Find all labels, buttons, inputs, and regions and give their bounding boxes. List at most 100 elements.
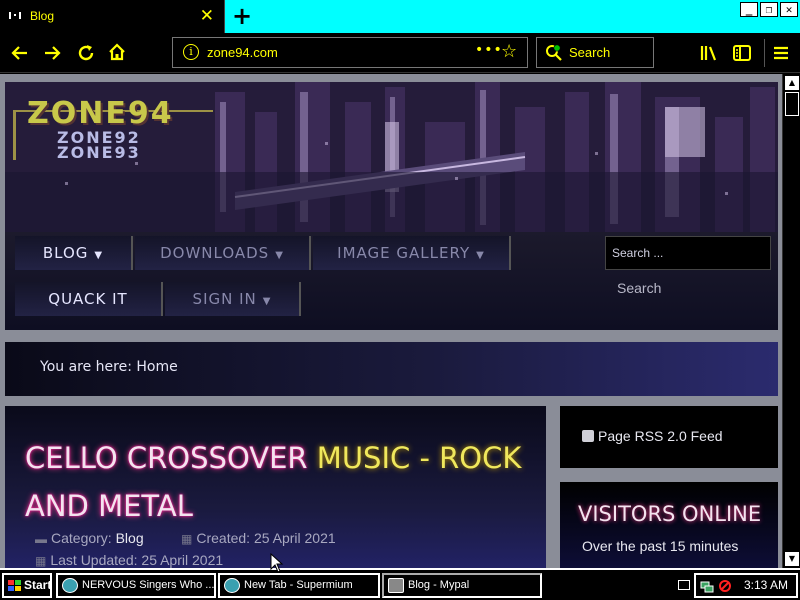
- logo-line-1: ZONE94: [27, 96, 174, 131]
- new-tab-button[interactable]: +: [232, 3, 252, 29]
- site-search-button[interactable]: Search: [617, 280, 661, 296]
- task-label: New Tab - Supermium: [244, 579, 353, 591]
- rss-feed-label: Page RSS 2.0 Feed: [598, 428, 723, 444]
- url-bar[interactable]: i zone94.com ••• ☆: [172, 37, 528, 68]
- visitors-subtitle: Over the past 15 minutes: [582, 538, 739, 554]
- chevron-down-icon: ▼: [94, 250, 104, 261]
- search-icon: [546, 44, 562, 61]
- article-created: ▦ Created: 25 April 2021: [181, 530, 336, 546]
- keyboard-icon[interactable]: [678, 580, 690, 590]
- chevron-down-icon: ▼: [262, 296, 272, 307]
- browser-search-placeholder: Search: [569, 45, 611, 60]
- breadcrumb-home-link[interactable]: Home: [136, 359, 177, 375]
- sidebar-toggle-icon[interactable]: [732, 44, 752, 62]
- nav-bar: i zone94.com ••• ☆ Search: [0, 33, 800, 73]
- breadcrumb: You are here: Home: [5, 342, 778, 396]
- tab-blog[interactable]: Blog ✕: [0, 0, 225, 33]
- taskbar: Start NERVOUS Singers Who ... New Tab - …: [0, 568, 800, 600]
- site-info-icon[interactable]: i: [183, 44, 199, 60]
- tab-strip: Blog ✕ + _ ❐ ✕: [0, 0, 800, 33]
- site-header-banner: ZONE94 ZONE92 ZONE93 BLOG ▼ DOWNLOADS ▼ IM…: [5, 82, 778, 330]
- scroll-thumb[interactable]: [785, 92, 799, 116]
- windows-logo-icon: [8, 580, 21, 591]
- library-icon[interactable]: [700, 44, 720, 62]
- menu-label-quack-it: QUACK IT: [48, 290, 128, 308]
- rss-feed-link[interactable]: Page RSS 2.0 Feed: [582, 428, 723, 444]
- bookmark-star-icon[interactable]: ☆: [501, 41, 517, 62]
- article-title-part-1: CELLO CROSSOVER: [25, 441, 317, 475]
- page-actions-icon[interactable]: •••: [475, 42, 503, 58]
- minimize-button[interactable]: _: [740, 2, 758, 17]
- screen: Blog ✕ + _ ❐ ✕ i zone94.com ••• ☆ Search…: [0, 0, 800, 600]
- tab-title: Blog: [30, 9, 55, 23]
- article-card: CELLO CROSSOVER MUSIC - ROCK AND METAL ▬…: [5, 406, 546, 568]
- menu-item-quack-it[interactable]: QUACK IT: [15, 282, 163, 316]
- article-title-part-3: AND METAL: [25, 489, 193, 523]
- article-updated: ▦ Last Updated: 25 April 2021: [35, 552, 223, 568]
- home-icon[interactable]: [107, 42, 127, 62]
- reload-icon[interactable]: [76, 43, 96, 63]
- site-search-input[interactable]: Search ...: [605, 236, 771, 270]
- restore-button[interactable]: ❐: [760, 2, 778, 17]
- category-link[interactable]: Blog: [116, 530, 144, 546]
- start-button[interactable]: Start: [2, 573, 52, 598]
- breadcrumb-text: You are here: Home: [40, 359, 178, 375]
- window-controls: _ ❐ ✕: [740, 2, 798, 17]
- favicon-icon: [9, 12, 21, 19]
- menu-hamburger-icon[interactable]: [772, 44, 790, 62]
- menu-label-image-gallery: IMAGE GALLERY: [337, 244, 471, 262]
- task-blog-mypal[interactable]: Blog - Mypal: [382, 573, 542, 598]
- network-icon[interactable]: [700, 579, 714, 593]
- scroll-down-icon[interactable]: ▼: [785, 552, 799, 566]
- created-date: 25 April 2021: [253, 530, 336, 546]
- menu-label-sign-in: SIGN IN: [192, 290, 257, 308]
- site-logo[interactable]: ZONE94 ZONE92 ZONE93: [27, 96, 174, 162]
- menu-label-blog: BLOG: [42, 244, 89, 262]
- article-title-part-2: MUSIC - ROCK: [316, 441, 522, 475]
- rss-icon: [582, 430, 594, 442]
- browser-app-icon: [224, 578, 240, 593]
- task-label: NERVOUS Singers Who ...: [82, 579, 215, 591]
- menu-label-downloads: DOWNLOADS: [160, 244, 270, 262]
- calendar-icon: ▦: [181, 532, 193, 546]
- task-label: Blog - Mypal: [408, 579, 470, 591]
- created-label: Created:: [196, 530, 251, 546]
- back-arrow-icon[interactable]: [10, 43, 30, 63]
- system-tray: 3:13 AM: [694, 573, 798, 598]
- updated-date: 25 April 2021: [141, 552, 224, 568]
- chevron-down-icon: ▼: [476, 250, 485, 261]
- clock[interactable]: 3:13 AM: [744, 578, 788, 592]
- rss-feed-module: Page RSS 2.0 Feed: [560, 406, 778, 468]
- page-viewport: ZONE94 ZONE92 ZONE93 BLOG ▼ DOWNLOADS ▼ IM…: [0, 74, 782, 568]
- updated-label: Last Updated:: [50, 552, 138, 568]
- browser-app-icon: [62, 578, 78, 593]
- task-new-tab-supermium[interactable]: New Tab - Supermium: [218, 573, 380, 598]
- close-window-button[interactable]: ✕: [780, 2, 798, 17]
- category-label: Category:: [51, 530, 112, 546]
- page-scrollbar[interactable]: ▲ ▼: [782, 74, 800, 568]
- logo-line-3: ZONE93: [57, 143, 141, 162]
- mypal-app-icon: [388, 578, 404, 593]
- url-text[interactable]: zone94.com: [207, 45, 278, 60]
- breadcrumb-prefix: You are here:: [40, 359, 132, 375]
- volume-icon[interactable]: [718, 579, 732, 593]
- menu-item-sign-in[interactable]: SIGN IN ▼: [165, 282, 301, 316]
- chevron-down-icon: ▼: [275, 250, 284, 261]
- visitors-title: VISITORS ONLINE: [578, 502, 762, 526]
- visitors-online-module: VISITORS ONLINE Over the past 15 minutes: [560, 482, 778, 568]
- menu-item-blog[interactable]: BLOG ▼: [15, 236, 133, 270]
- toolbar-divider: [764, 39, 765, 67]
- article-category: ▬ Category: Blog: [35, 530, 144, 546]
- article-title[interactable]: CELLO CROSSOVER MUSIC - ROCK AND METAL: [25, 434, 525, 530]
- calendar-icon: ▦: [35, 554, 47, 568]
- menu-item-downloads[interactable]: DOWNLOADS ▼: [135, 236, 311, 270]
- mouse-cursor-icon: [270, 553, 284, 573]
- forward-arrow-icon[interactable]: [42, 43, 62, 63]
- browser-search-box[interactable]: Search: [536, 37, 654, 68]
- start-label: Start: [24, 578, 52, 592]
- close-tab-icon[interactable]: ✕: [200, 6, 214, 26]
- folder-icon: ▬: [35, 532, 47, 546]
- menu-item-image-gallery[interactable]: IMAGE GALLERY ▼: [313, 236, 511, 270]
- scroll-up-icon[interactable]: ▲: [785, 76, 799, 90]
- task-nervous-singers[interactable]: NERVOUS Singers Who ...: [56, 573, 216, 598]
